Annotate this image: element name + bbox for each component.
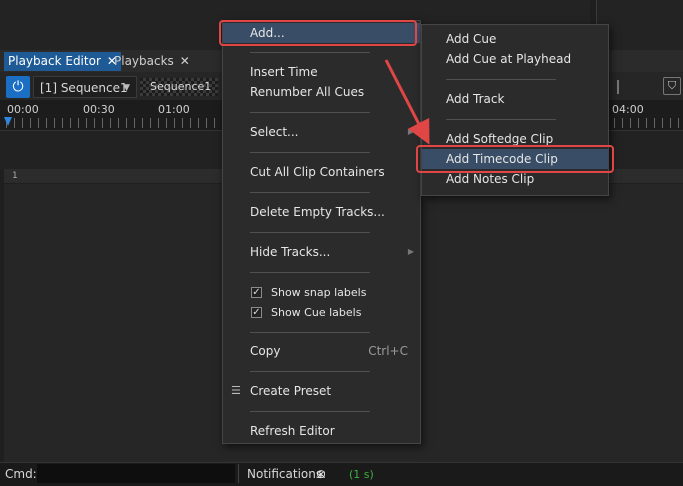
annotation-arrow (384, 59, 430, 145)
